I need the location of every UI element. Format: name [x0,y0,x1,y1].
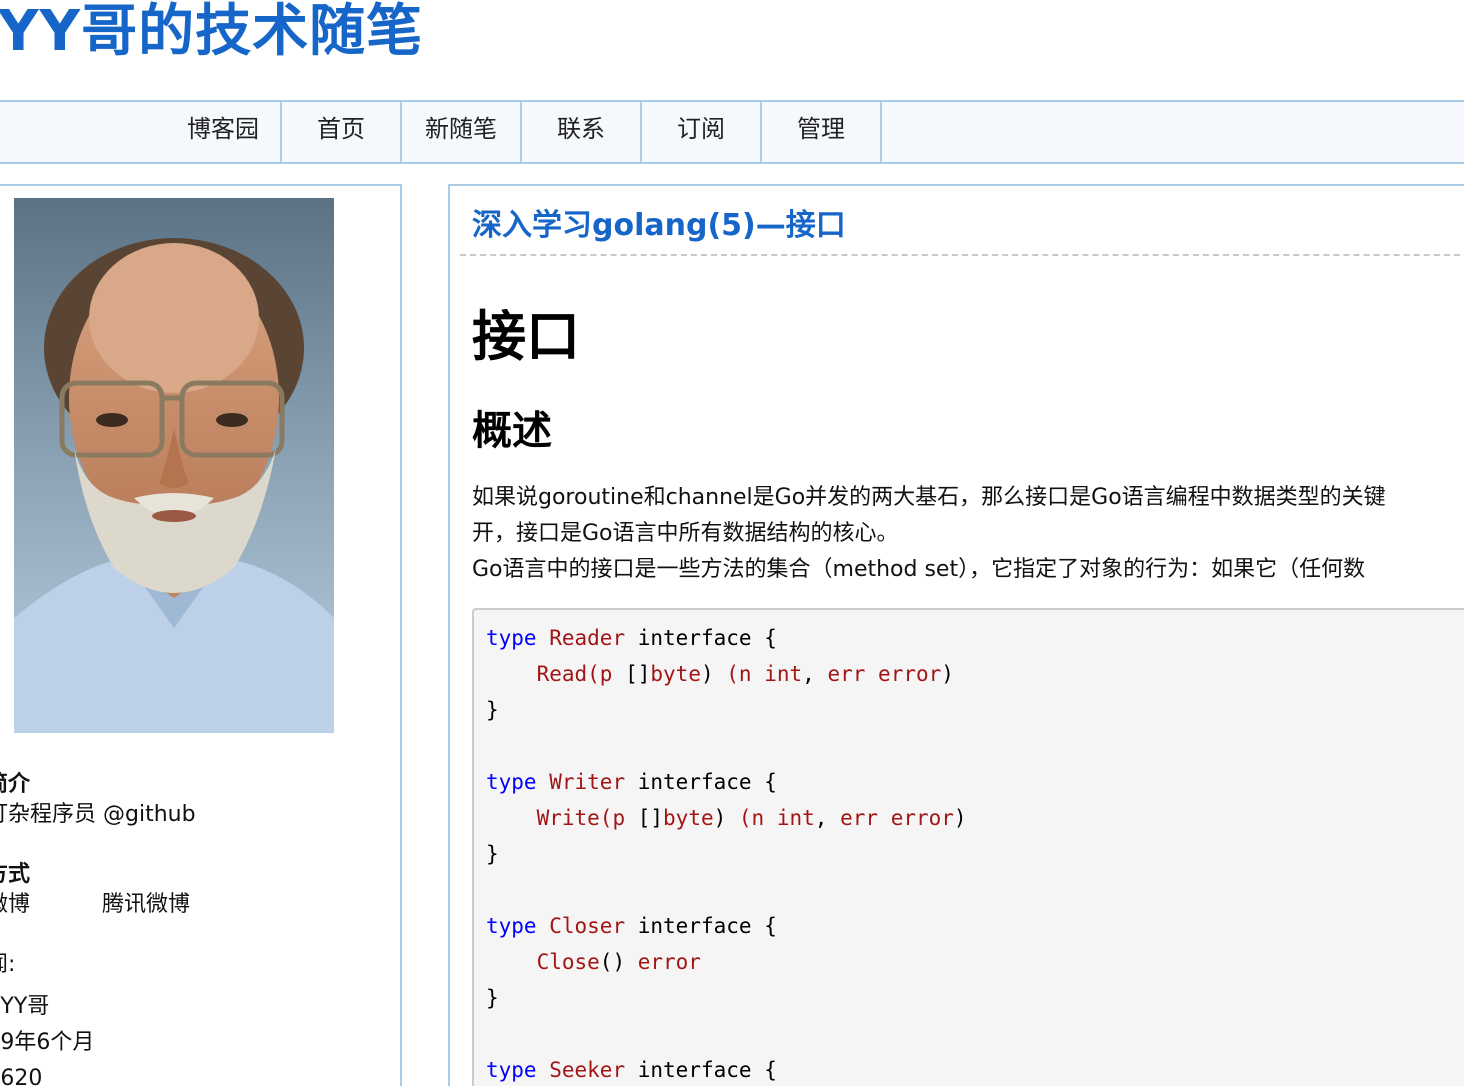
post-title-link[interactable]: 深入学习golang(5)—接口 [472,200,846,244]
nav-item-subscribe[interactable]: 订阅 [642,102,762,162]
nav-item-new-post[interactable]: 新随笔 [402,102,522,162]
tencent-weibo-link[interactable]: 腾讯微博 [102,890,190,920]
sidebar: 简介 打杂程序员 @github 方式 微博 腾讯微博 闻: : YY哥 : 9… [0,184,402,1086]
profile-intro-heading: 简介 [0,772,31,797]
nav-item-home[interactable]: 首页 [282,102,402,162]
code-line: Close() error [536,950,701,974]
code-line: Read(p []byte) (n int, err error) [536,662,954,686]
sina-weibo-link[interactable]: 微博 [0,890,30,920]
post-container: 深入学习golang(5)—接口 接口 概述 如果说goroutine和chan… [448,184,1464,1086]
post-paragraph-line-3: Go语言中的接口是一些方法的集合（method set），它指定了对象的行为：如… [472,557,1366,582]
code-line: type Seeker interface { [486,1058,777,1082]
page: YY哥的技术随笔 博客园 首页 新随笔 联系 订阅 管理 介 打杂程序员 @gi… [0,0,1464,1086]
avatar [14,198,334,733]
fans-line: : 620 [0,1066,43,1086]
blog-title-link[interactable]: YY哥的技术随笔 [0,0,423,70]
code-line: } [486,842,499,866]
code-line: } [486,986,499,1010]
avatar-portrait-image [14,198,334,733]
post-heading-1: 接口 [472,305,580,368]
nav-item-contact[interactable]: 联系 [522,102,642,162]
code-line: } [486,698,499,722]
age-line: : 9年6个月 [0,1030,95,1055]
post-paragraph-line-1: 如果说goroutine和channel是Go并发的两大基石，那么接口是Go语言… [472,485,1386,510]
code-block: type Reader interface { Read(p []byte) (… [472,608,1464,1086]
contact-heading: 方式 [0,862,31,887]
nickname-line: : YY哥 [0,994,50,1019]
news-heading: 闻: [0,952,16,977]
nav-bar: 博客园 首页 新随笔 联系 订阅 管理 [0,100,1464,164]
profile-intro-text: 打杂程序员 @github [0,802,196,827]
code-line: type Closer interface { [486,914,777,938]
post-heading-2: 概述 [472,408,552,454]
nav-item-manage[interactable]: 管理 [762,102,882,162]
nav-item-cnblogs[interactable]: 博客园 [166,102,282,162]
code-line: Write(p []byte) (n int, err error) [536,806,967,830]
title-divider [460,254,1464,256]
post-paragraph-line-2: 开，接口是Go语言中所有数据结构的核心。 [472,521,899,546]
code-line: type Writer interface { [486,770,777,794]
code-line: type Reader interface { [486,626,777,650]
